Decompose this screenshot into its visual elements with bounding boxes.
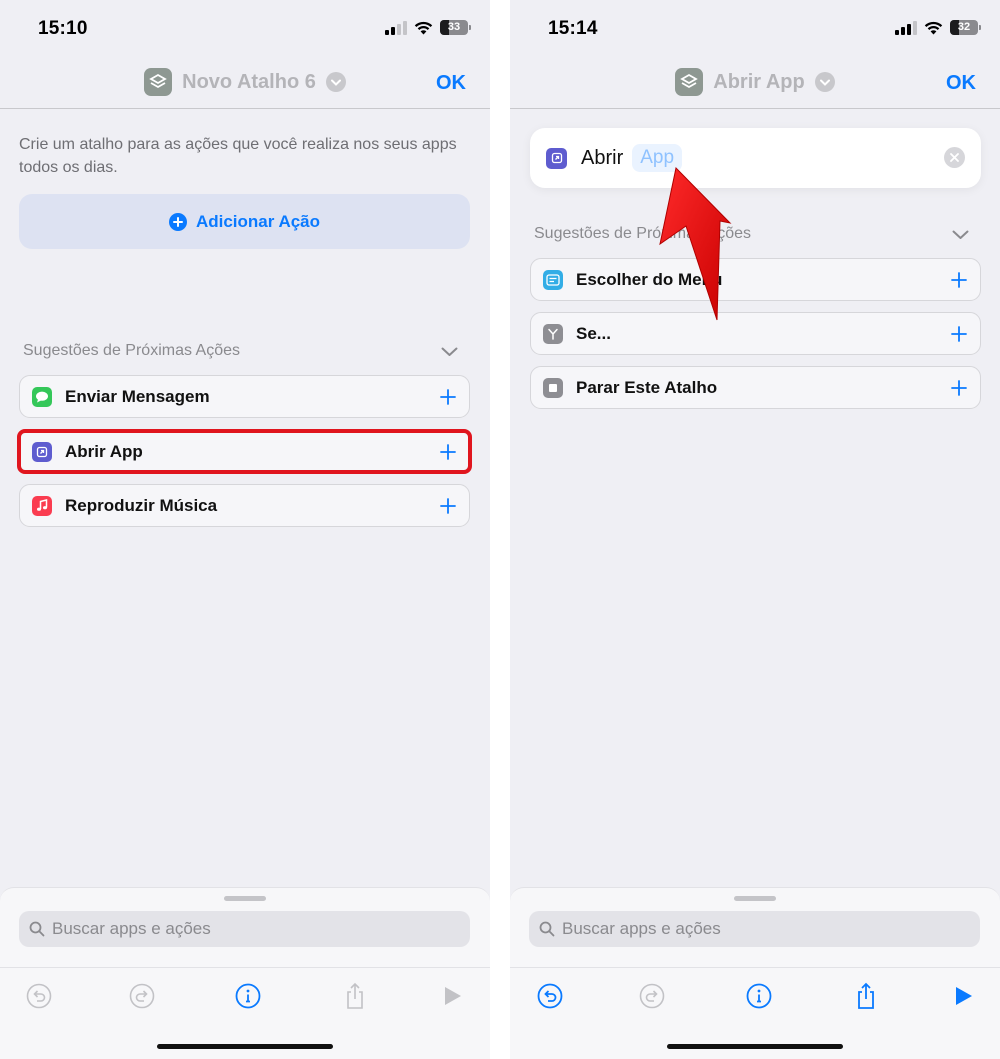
search-input[interactable]: Buscar apps e ações xyxy=(19,911,470,947)
navigation-bar: Abrir App OK xyxy=(510,58,1000,109)
undo-button[interactable] xyxy=(24,981,54,1011)
plus-circle-icon xyxy=(168,212,187,231)
status-icons: 32 xyxy=(895,20,981,35)
status-time: 15:10 xyxy=(38,18,88,39)
chevron-down-icon xyxy=(814,72,835,92)
info-icon xyxy=(746,983,772,1009)
undo-icon xyxy=(26,983,52,1009)
undo-button[interactable] xyxy=(535,981,565,1011)
shortcut-title-menu[interactable]: Novo Atalho 6 xyxy=(0,68,490,96)
status-bar: 15:14 32 xyxy=(510,0,1000,58)
shortcut-title: Novo Atalho 6 xyxy=(182,70,316,93)
suggestion-label: Parar Este Atalho xyxy=(576,377,718,397)
info-icon xyxy=(235,983,261,1009)
battery-level: 33 xyxy=(447,21,461,33)
play-icon xyxy=(956,987,972,1005)
share-button[interactable] xyxy=(851,981,881,1011)
add-action-button[interactable]: Adicionar Ação xyxy=(19,194,470,249)
suggestion-if[interactable]: Se... xyxy=(530,312,981,355)
redo-button[interactable] xyxy=(127,981,157,1011)
add-icon[interactable] xyxy=(938,367,980,409)
battery-level: 32 xyxy=(957,21,971,33)
redo-icon xyxy=(129,983,155,1009)
battery-icon: 32 xyxy=(950,20,981,35)
editor-toolbar xyxy=(0,967,490,1025)
collapse-chevron-icon[interactable] xyxy=(952,230,969,240)
suggestions-title: Sugestões de Próximas Ações xyxy=(23,342,241,359)
collapse-chevron-icon[interactable] xyxy=(441,347,458,357)
undo-icon xyxy=(537,983,563,1009)
add-icon[interactable] xyxy=(938,259,980,301)
home-indicator xyxy=(667,1044,843,1049)
search-placeholder: Buscar apps e ações xyxy=(52,919,211,938)
add-icon[interactable] xyxy=(427,376,469,418)
editor-toolbar xyxy=(510,967,1000,1025)
add-icon[interactable] xyxy=(938,313,980,355)
home-indicator xyxy=(157,1044,333,1049)
cellular-signal-icon xyxy=(895,20,917,35)
highlight-annotation xyxy=(17,429,472,474)
info-button[interactable] xyxy=(744,981,774,1011)
red-arrow-annotation xyxy=(659,166,732,321)
close-icon xyxy=(950,153,959,162)
share-button[interactable] xyxy=(340,981,370,1011)
open-app-icon xyxy=(546,147,567,169)
suggestion-stop-shortcut[interactable]: Parar Este Atalho xyxy=(530,366,981,409)
play-icon xyxy=(445,987,461,1005)
add-icon[interactable] xyxy=(427,485,469,527)
left-phone-screen: 15:10 33 Novo Atalho 6 OK Crie um atalho… xyxy=(0,0,490,1059)
shortcut-title: Abrir App xyxy=(713,70,805,93)
search-icon xyxy=(29,921,45,937)
action-search-sheet: Buscar apps e ações xyxy=(510,887,1000,1059)
ok-button[interactable]: OK xyxy=(436,72,466,95)
music-icon xyxy=(32,495,52,516)
run-button[interactable] xyxy=(948,981,978,1011)
search-placeholder: Buscar apps e ações xyxy=(562,919,721,938)
status-icons: 33 xyxy=(385,20,471,35)
suggestion-play-music[interactable]: Reproduzir Música xyxy=(19,484,470,527)
action-search-sheet: Buscar apps e ações xyxy=(0,887,490,1059)
remove-action-button[interactable] xyxy=(944,147,965,168)
battery-icon: 33 xyxy=(440,20,471,35)
messages-icon xyxy=(32,386,52,407)
share-icon xyxy=(347,982,363,1009)
chevron-down-icon xyxy=(325,72,346,92)
navigation-bar: Novo Atalho 6 OK xyxy=(0,58,490,109)
info-button[interactable] xyxy=(233,981,263,1011)
if-icon xyxy=(543,323,563,344)
redo-button[interactable] xyxy=(637,981,667,1011)
suggestion-choose-from-menu[interactable]: Escolher do Menu xyxy=(530,258,981,301)
suggestion-send-message[interactable]: Enviar Mensagem xyxy=(19,375,470,418)
intro-text: Crie um atalho para as ações que você re… xyxy=(19,136,457,176)
right-phone-screen: 15:14 32 Abrir App OK Abrir App Sugestõe… xyxy=(510,0,1000,1059)
shortcuts-app-icon xyxy=(675,68,704,96)
suggestion-label: Enviar Mensagem xyxy=(65,386,210,406)
action-verb: Abrir xyxy=(581,146,624,169)
suggestion-label: Escolher do Menu xyxy=(576,269,723,289)
suggestion-label: Se... xyxy=(576,323,611,343)
shortcuts-app-icon xyxy=(144,68,173,96)
search-input[interactable]: Buscar apps e ações xyxy=(529,911,980,947)
redo-icon xyxy=(639,983,665,1009)
add-action-label: Adicionar Ação xyxy=(195,211,321,231)
wifi-icon xyxy=(414,21,433,34)
wifi-icon xyxy=(924,21,943,34)
cellular-signal-icon xyxy=(385,20,407,35)
share-icon xyxy=(858,982,874,1009)
search-icon xyxy=(539,921,555,937)
run-button[interactable] xyxy=(437,981,467,1011)
menu-icon xyxy=(543,269,563,290)
sheet-grabber[interactable] xyxy=(224,896,266,901)
stop-icon xyxy=(543,377,563,398)
ok-button[interactable]: OK xyxy=(946,72,976,95)
suggestion-label: Reproduzir Música xyxy=(65,495,218,515)
shortcut-title-menu[interactable]: Abrir App xyxy=(510,68,1000,96)
status-time: 15:14 xyxy=(548,18,598,39)
status-bar: 15:10 33 xyxy=(0,0,490,58)
sheet-grabber[interactable] xyxy=(734,896,776,901)
open-app-action-card[interactable]: Abrir App xyxy=(530,128,981,188)
